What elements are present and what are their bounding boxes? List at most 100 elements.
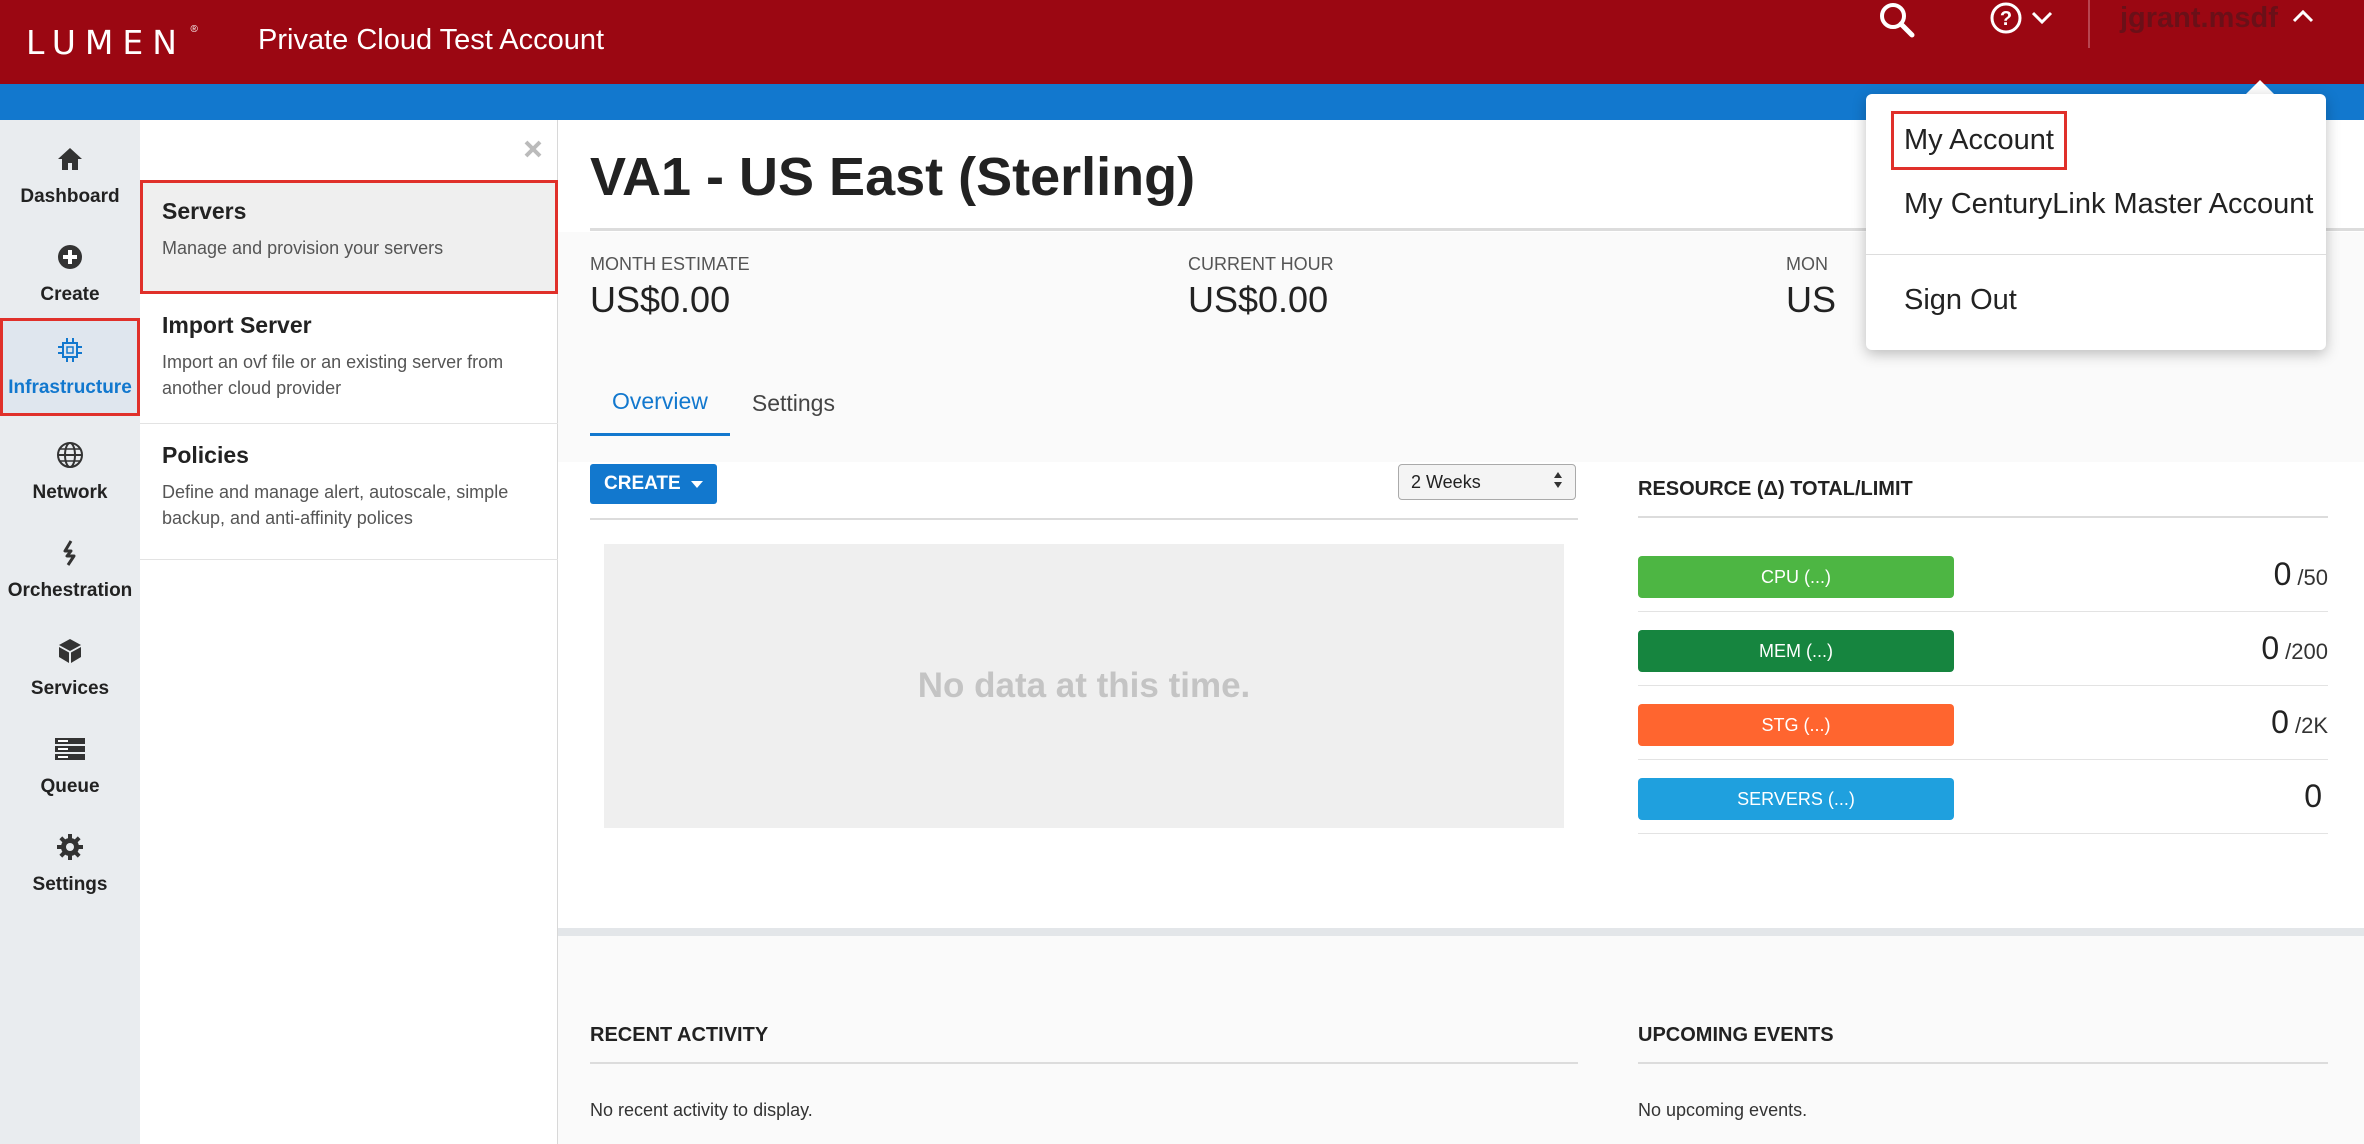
upcoming-events-divider — [1638, 1062, 2328, 1064]
upcoming-events-title: UPCOMING EVENTS — [1638, 1024, 1834, 1046]
help-menu-button[interactable]: ? — [1985, 0, 2057, 40]
nav-queue[interactable]: Queue — [0, 718, 140, 814]
submenu-item-title: Servers — [162, 198, 247, 224]
account-title[interactable]: Private Cloud Test Account — [258, 24, 604, 57]
metric-current-hour: CURRENT HOUR US$0.00 — [1188, 254, 1334, 321]
submenu-item-servers[interactable]: Servers Manage and provision your server… — [140, 180, 558, 294]
tab-settings[interactable]: Settings — [730, 370, 857, 436]
infrastructure-submenu: Servers Manage and provision your server… — [140, 120, 558, 1144]
resource-badge-servers[interactable]: SERVERS (...) — [1638, 778, 1954, 820]
nav-label: Dashboard — [20, 185, 120, 207]
select-arrows-icon — [1553, 471, 1563, 494]
username: jgrant.msdf — [2120, 1, 2278, 34]
gear-icon — [56, 833, 84, 866]
resource-limit: /50 — [2297, 565, 2328, 590]
no-data-message: No data at this time. — [917, 666, 1251, 705]
period-select[interactable]: 2 Weeks — [1398, 464, 1576, 500]
nav-label: Queue — [40, 775, 100, 797]
section-divider — [558, 928, 2364, 936]
submenu-item-desc: Import an ovf file or an existing server… — [162, 352, 504, 398]
nav-label: Services — [30, 677, 110, 699]
resource-badge-mem[interactable]: MEM (...) — [1638, 630, 1954, 672]
nav-services[interactable]: Services — [0, 620, 140, 716]
metric-value: US — [1786, 279, 1837, 320]
chevron-up-icon — [2292, 9, 2314, 28]
nav-label: Network — [32, 481, 108, 503]
metric-partial: MON US — [1786, 254, 1836, 321]
chip-icon — [56, 336, 84, 369]
nav-settings[interactable]: Settings — [0, 816, 140, 912]
menu-item-master-account[interactable]: My CenturyLink Master Account — [1904, 188, 2313, 221]
metric-value: US$0.00 — [590, 279, 731, 320]
resource-divider — [1638, 516, 2328, 518]
metric-label: CURRENT HOUR — [1188, 254, 1334, 274]
menu-item-sign-out[interactable]: Sign Out — [1904, 284, 2017, 317]
globe-icon — [56, 441, 84, 474]
logo-text: LUMEN — [26, 22, 186, 62]
submenu-item-policies[interactable]: Policies Define and manage alert, autosc… — [140, 424, 558, 560]
upcoming-events-empty: No upcoming events. — [1638, 1100, 1808, 1120]
cube-icon — [56, 637, 84, 670]
nav-label: Orchestration — [7, 579, 133, 601]
nav-label: Infrastructure — [8, 376, 132, 398]
nav-dashboard[interactable]: Dashboard — [0, 128, 140, 224]
account-dropdown: My Account My CenturyLink Master Account… — [1866, 94, 2326, 350]
resource-value: 0 /200 — [2261, 630, 2328, 667]
metric-month-estimate: MONTH ESTIMATE US$0.00 — [590, 254, 750, 321]
nav-infrastructure[interactable]: Infrastructure — [0, 318, 140, 416]
metric-label: MONTH ESTIMATE — [590, 254, 750, 274]
resource-badge-cpu[interactable]: CPU (...) — [1638, 556, 1954, 598]
menu-item-my-account[interactable]: My Account — [1891, 111, 2067, 170]
svg-text:?: ? — [2000, 8, 2012, 30]
period-value: 2 Weeks — [1411, 471, 1481, 492]
submenu-item-desc: Define and manage alert, autoscale, simp… — [162, 482, 509, 528]
chart-divider — [590, 518, 1578, 520]
chevron-down-icon — [2031, 11, 2053, 30]
nav-create[interactable]: Create — [0, 226, 140, 322]
queue-icon — [54, 735, 86, 768]
resource-count: 0 — [2271, 704, 2289, 740]
resource-title: RESOURCE (Δ) TOTAL/LIMIT — [1638, 478, 1913, 500]
nav-label: Settings — [32, 873, 108, 895]
metric-value: US$0.00 — [1188, 279, 1329, 320]
submenu-item-title: Import Server — [162, 312, 312, 338]
bottom-area — [558, 936, 2364, 1144]
resource-limit: /200 — [2285, 639, 2328, 664]
resource-count: 0 — [2273, 556, 2292, 592]
top-header: LUMEN ® Private Cloud Test Account ? jgr… — [0, 0, 2364, 84]
lumen-logo[interactable]: LUMEN ® — [26, 22, 198, 62]
nav-network[interactable]: Network — [0, 424, 140, 520]
tab-overview[interactable]: Overview — [590, 370, 730, 436]
left-nav: Dashboard Create Infrastructure Network … — [0, 120, 140, 1144]
resource-row-mem: MEM (...) 0 /200 — [1638, 612, 2328, 686]
resource-count: 0 — [2304, 778, 2322, 814]
resource-row-servers: SERVERS (...) 0 — [1638, 760, 2328, 834]
recent-activity-empty: No recent activity to display. — [590, 1100, 813, 1120]
create-label: CREATE — [604, 473, 681, 494]
resource-badge-stg[interactable]: STG (...) — [1638, 704, 1954, 746]
resource-row-cpu: CPU (...) 0 /50 — [1638, 538, 2328, 612]
chart-placeholder: No data at this time. — [604, 544, 1564, 828]
metric-label: MON — [1786, 254, 1828, 274]
tab-bar: Overview Settings — [590, 370, 857, 438]
nav-label: Create — [40, 283, 100, 305]
resource-value: 0 /50 — [2274, 556, 2328, 593]
user-menu-toggle[interactable]: jgrant.msdf — [2120, 0, 2314, 36]
orchestration-icon — [56, 539, 84, 572]
resource-count: 0 — [2261, 630, 2280, 666]
home-icon — [56, 145, 84, 178]
close-icon[interactable] — [518, 134, 548, 164]
search-icon[interactable] — [1875, 0, 1919, 40]
recent-activity-title: RECENT ACTIVITY — [590, 1024, 769, 1046]
caret-down-icon — [690, 480, 703, 488]
submenu-item-title: Policies — [162, 442, 249, 468]
logo-mark: ® — [190, 24, 198, 35]
resource-row-stg: STG (...) 0 /2K — [1638, 686, 2328, 760]
submenu-item-import-server[interactable]: Import Server Import an ovf file or an e… — [140, 294, 558, 424]
create-button[interactable]: CREATE — [590, 464, 717, 504]
nav-orchestration[interactable]: Orchestration — [0, 522, 140, 618]
dropdown-separator — [1866, 254, 2326, 255]
plus-circle-icon — [56, 243, 84, 276]
header-divider — [2088, 0, 2090, 48]
resource-value: 0 — [2304, 778, 2328, 815]
